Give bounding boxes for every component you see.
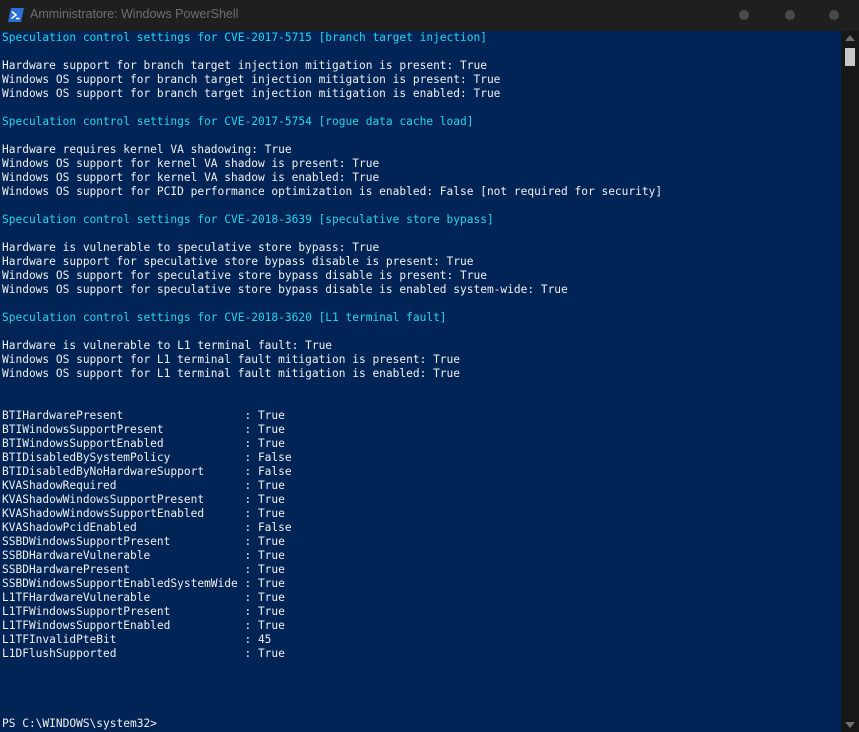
console-line: Speculation control settings for CVE-201… — [2, 115, 474, 128]
window-title: Amministratore: Windows PowerShell — [30, 7, 239, 21]
console-line: Hardware is vulnerable to L1 terminal fa… — [2, 339, 333, 352]
console-line: L1DFlushSupported : True — [2, 647, 285, 660]
console-line: Windows OS support for speculative store… — [2, 283, 568, 296]
console-line: SSBDWindowsSupportEnabledSystemWide : Tr… — [2, 577, 285, 590]
console-line: L1TFWindowsSupportPresent : True — [2, 605, 285, 618]
console-line: L1TFWindowsSupportEnabled : True — [2, 619, 285, 632]
console-line: BTIHardwarePresent : True — [2, 409, 285, 422]
console-line: BTIWindowsSupportPresent : True — [2, 423, 285, 436]
powershell-icon[interactable] — [8, 8, 24, 22]
console-line: Windows OS support for kernel VA shadow … — [2, 157, 380, 170]
console-line: BTIDisabledBySystemPolicy : False — [2, 451, 292, 464]
console-line: Windows OS support for kernel VA shadow … — [2, 171, 380, 184]
console-line: SSBDHardwareVulnerable : True — [2, 549, 285, 562]
console-line: KVAShadowWindowsSupportEnabled : True — [2, 507, 285, 520]
console-line: Hardware support for speculative store b… — [2, 255, 474, 268]
scroll-thumb[interactable] — [845, 48, 855, 66]
console-line: KVAShadowWindowsSupportPresent : True — [2, 493, 285, 506]
console-line: Windows OS support for L1 terminal fault… — [2, 353, 461, 366]
console-line: Speculation control settings for CVE-201… — [2, 31, 487, 44]
console-line: Windows OS support for PCID performance … — [2, 185, 663, 198]
console-line: SSBDWindowsSupportPresent : True — [2, 535, 285, 548]
console-line: Windows OS support for branch target inj… — [2, 73, 501, 86]
console-line: PS C:\WINDOWS\system32> — [2, 717, 157, 730]
console-line: Speculation control settings for CVE-201… — [2, 311, 447, 324]
console-line: BTIDisabledByNoHardwareSupport : False — [2, 465, 292, 478]
console-line: L1TFInvalidPteBit : 45 — [2, 633, 272, 646]
console-line: BTIWindowsSupportEnabled : True — [2, 437, 285, 450]
console-line: Speculation control settings for CVE-201… — [2, 213, 494, 226]
console-output[interactable]: Speculation control settings for CVE-201… — [0, 31, 841, 732]
console-line: L1TFHardwareVulnerable : True — [2, 591, 285, 604]
console-line: Windows OS support for L1 terminal fault… — [2, 367, 461, 380]
vertical-scrollbar[interactable] — [841, 31, 859, 732]
console-line: KVAShadowPcidEnabled : False — [2, 521, 292, 534]
console-line: KVAShadowRequired : True — [2, 479, 285, 492]
scroll-up-arrow-icon[interactable] — [845, 35, 855, 41]
console-line: SSBDHardwarePresent : True — [2, 563, 285, 576]
console-line: Hardware support for branch target injec… — [2, 59, 487, 72]
console-line: Windows OS support for speculative store… — [2, 269, 487, 282]
scroll-down-arrow-icon[interactable] — [845, 722, 855, 728]
console-line: Hardware is vulnerable to speculative st… — [2, 241, 380, 254]
close-icon[interactable] — [829, 10, 839, 20]
maximize-icon[interactable] — [785, 10, 795, 20]
minimize-icon[interactable] — [739, 10, 749, 20]
console-line: Windows OS support for branch target inj… — [2, 87, 501, 100]
title-bar[interactable]: Amministratore: Windows PowerShell — [0, 0, 859, 31]
console-line: Hardware requires kernel VA shadowing: T… — [2, 143, 292, 156]
